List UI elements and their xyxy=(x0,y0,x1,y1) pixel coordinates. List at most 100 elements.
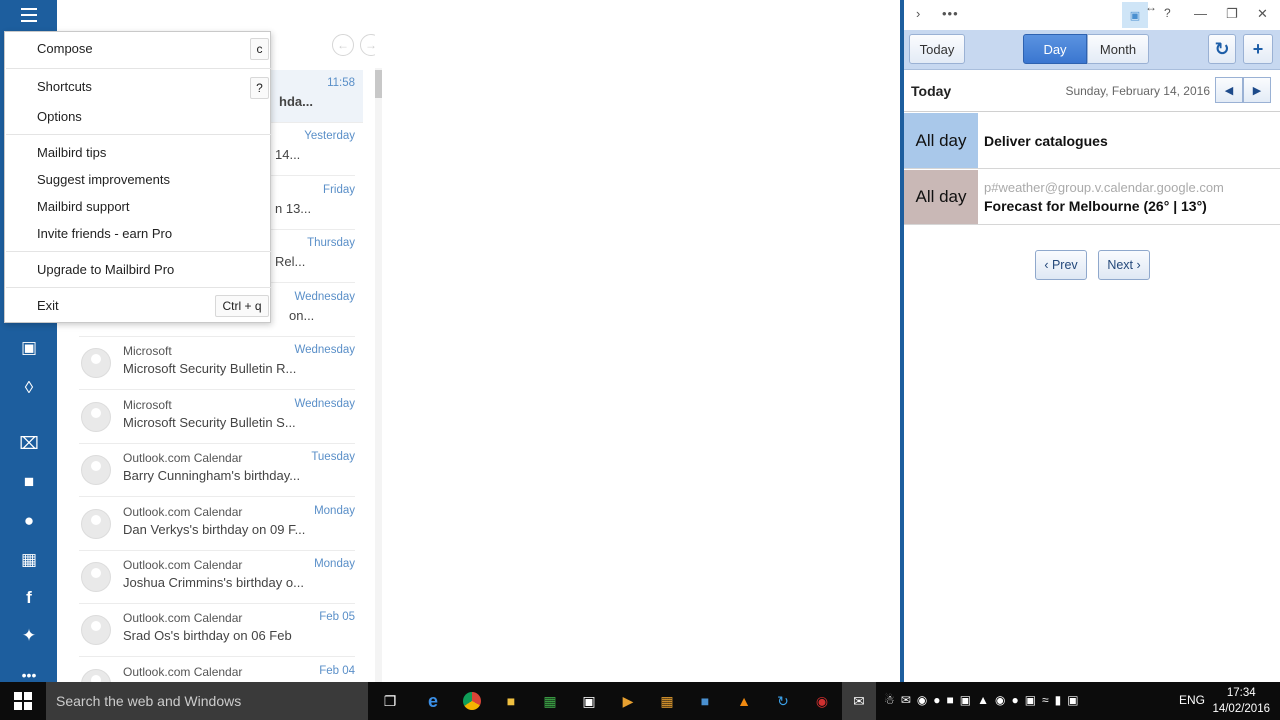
message-date: Friday xyxy=(323,184,355,196)
today-button[interactable]: Today xyxy=(909,34,965,64)
message-subject: on... xyxy=(289,308,315,323)
vlc-icon[interactable]: ▲ xyxy=(733,690,755,712)
start-button[interactable] xyxy=(0,682,46,720)
excel-icon[interactable]: ▦ xyxy=(539,690,561,712)
task-view-icon[interactable]: ❐ xyxy=(379,690,401,712)
calendar-date-header: Today Sunday, February 14, 2016 ◀ ▶ xyxy=(904,70,1280,112)
add-event-icon[interactable]: + xyxy=(1243,34,1273,64)
event-title: Forecast for Melbourne (26° | 13°) xyxy=(984,198,1207,214)
message-date: Thursday xyxy=(307,237,355,249)
file-explorer-icon[interactable]: ■ xyxy=(500,690,522,712)
message-date: Monday xyxy=(314,505,355,517)
avatar xyxy=(81,669,111,682)
calendar-toolbar: Today Day Month ↻ + xyxy=(904,30,1280,70)
main-menu: Compose c Shortcuts ? Options Mailbird t… xyxy=(4,31,271,323)
message-subject: Joshua Crimmins's birthday o... xyxy=(123,575,304,590)
help-icon[interactable]: ? xyxy=(1164,6,1171,20)
avatar xyxy=(81,455,111,485)
next-button[interactable]: Next › xyxy=(1098,250,1150,280)
edge-browser-icon[interactable]: e xyxy=(422,690,444,712)
language-indicator[interactable]: ENG xyxy=(1179,693,1205,707)
refresh-icon[interactable]: ↻ xyxy=(1208,34,1236,64)
event-calendar-source: p#weather@group.v.calendar.google.com xyxy=(984,180,1224,195)
message-sender: Microsoft xyxy=(123,344,172,358)
next-day-icon[interactable]: ▶ xyxy=(1243,77,1271,103)
mailbird-icon[interactable]: ✉ xyxy=(842,682,876,720)
antivirus-icon[interactable]: ◉ xyxy=(811,690,833,712)
menu-item-shortcuts[interactable]: Shortcuts xyxy=(37,79,92,94)
message-subject: Microsoft Security Bulletin S... xyxy=(123,415,296,430)
event-time: All day xyxy=(904,170,978,224)
message-row[interactable]: Microsoft Microsoft Security Bulletin R.… xyxy=(79,337,355,390)
windows-taskbar: Search the web and Windows ❐ e ■ ▦ ▣ ▶ ▦… xyxy=(0,682,1280,720)
menu-item-compose[interactable]: Compose xyxy=(37,41,93,56)
message-subject: hda... xyxy=(279,94,313,109)
back-arrow-icon[interactable]: ← xyxy=(332,34,354,56)
system-clock[interactable]: 17:34 14/02/2016 xyxy=(1212,685,1270,717)
menu-item-upgrade[interactable]: Upgrade to Mailbird Pro xyxy=(37,262,174,277)
minimize-icon[interactable]: — xyxy=(1194,6,1207,21)
shortcut-key: c xyxy=(250,38,269,60)
message-row[interactable]: Outlook.com Calendar Dan Verkys's birthd… xyxy=(79,498,355,551)
scrollbar-thumb[interactable] xyxy=(375,70,382,98)
menu-item-suggest-improvements[interactable]: Suggest improvements xyxy=(37,172,170,187)
hamburger-menu-icon[interactable] xyxy=(16,2,42,28)
message-sender: Outlook.com Calendar xyxy=(123,558,243,572)
calendar-event[interactable]: All day p#weather@group.v.calendar.googl… xyxy=(904,170,1280,225)
event-time: All day xyxy=(904,113,978,168)
store-icon[interactable]: ▣ xyxy=(578,690,600,712)
message-date: Wednesday xyxy=(294,344,355,356)
contacts-icon[interactable]: ■ xyxy=(16,469,42,495)
tray-icons[interactable]: ☃✉◉●■▣▲◉●▣≈▮▣ xyxy=(884,693,1085,707)
month-view-tab[interactable]: Month xyxy=(1087,34,1149,64)
message-row[interactable]: Outlook.com Calendar Srad Os's birthday … xyxy=(79,604,355,657)
message-subject: Dan Verkys's birthday on 09 F... xyxy=(123,522,306,537)
message-date: Tuesday xyxy=(311,451,355,463)
chrome-icon[interactable] xyxy=(461,690,483,712)
menu-item-exit[interactable]: Exit xyxy=(37,298,59,313)
shortcut-key: Ctrl + q xyxy=(215,295,269,317)
grid-app-icon[interactable]: ▦ xyxy=(656,690,678,712)
current-date: Sunday, February 14, 2016 xyxy=(1065,84,1210,98)
message-nav-controls: ← → ▼ xyxy=(332,34,375,56)
message-sender: Outlook.com Calendar xyxy=(123,451,243,465)
briefcase-icon[interactable]: ▣ xyxy=(16,335,42,361)
message-date: Feb 05 xyxy=(319,611,355,623)
calendar-icon[interactable]: ▦ xyxy=(16,547,42,573)
facebook-icon[interactable]: f xyxy=(16,585,42,611)
message-row[interactable]: Microsoft Microsoft Security Bulletin S.… xyxy=(79,391,355,444)
menu-item-mailbird-support[interactable]: Mailbird support xyxy=(37,199,130,214)
twitter-icon[interactable]: ✦ xyxy=(16,623,42,649)
menu-item-mailbird-tips[interactable]: Mailbird tips xyxy=(37,145,106,160)
resize-arrows-icon[interactable]: ↔ xyxy=(1145,0,1157,14)
prev-button[interactable]: ‹ Prev xyxy=(1035,250,1087,280)
message-row[interactable]: Outlook.com Calendar Barry Cunningham's … xyxy=(79,444,355,497)
day-view-tab[interactable]: Day xyxy=(1023,34,1087,64)
message-date: Feb 04 xyxy=(319,665,355,677)
word-icon[interactable]: ■ xyxy=(694,690,716,712)
expand-chevron-icon[interactable]: › xyxy=(916,6,920,21)
tag-icon[interactable]: ◊ xyxy=(16,375,42,401)
message-row[interactable]: Outlook.com Calendar Joshua Crimmins's b… xyxy=(79,551,355,604)
media-player-icon[interactable]: ▶ xyxy=(617,690,639,712)
message-row[interactable]: Outlook.com Calendar Feb 04 xyxy=(79,658,355,682)
message-date: Monday xyxy=(314,558,355,570)
avatar xyxy=(81,509,111,539)
close-icon[interactable]: ✕ xyxy=(1257,6,1268,22)
clock-date: 14/02/2016 xyxy=(1212,703,1270,715)
avatar xyxy=(81,562,111,592)
calendar-event[interactable]: All day Deliver catalogues xyxy=(904,113,1280,169)
chat-icon[interactable]: ● xyxy=(16,508,42,534)
taskbar-search[interactable]: Search the web and Windows xyxy=(46,682,368,720)
menu-item-invite-friends[interactable]: Invite friends - earn Pro xyxy=(37,226,172,241)
attachment-icon[interactable]: ⌧ xyxy=(16,431,42,457)
more-options-icon[interactable]: ••• xyxy=(942,6,959,21)
prev-day-icon[interactable]: ◀ xyxy=(1215,77,1243,103)
maximize-icon[interactable]: ❐ xyxy=(1226,6,1238,22)
menu-divider xyxy=(6,251,271,252)
sync-app-icon[interactable]: ↻ xyxy=(772,690,794,712)
menu-item-options[interactable]: Options xyxy=(37,109,82,124)
calendar-titlebar: › ••• ▣ ↔ ? — ❐ ✕ xyxy=(904,0,1280,30)
forward-arrow-icon[interactable]: → xyxy=(360,34,375,56)
message-list-scrollbar[interactable] xyxy=(375,68,382,682)
